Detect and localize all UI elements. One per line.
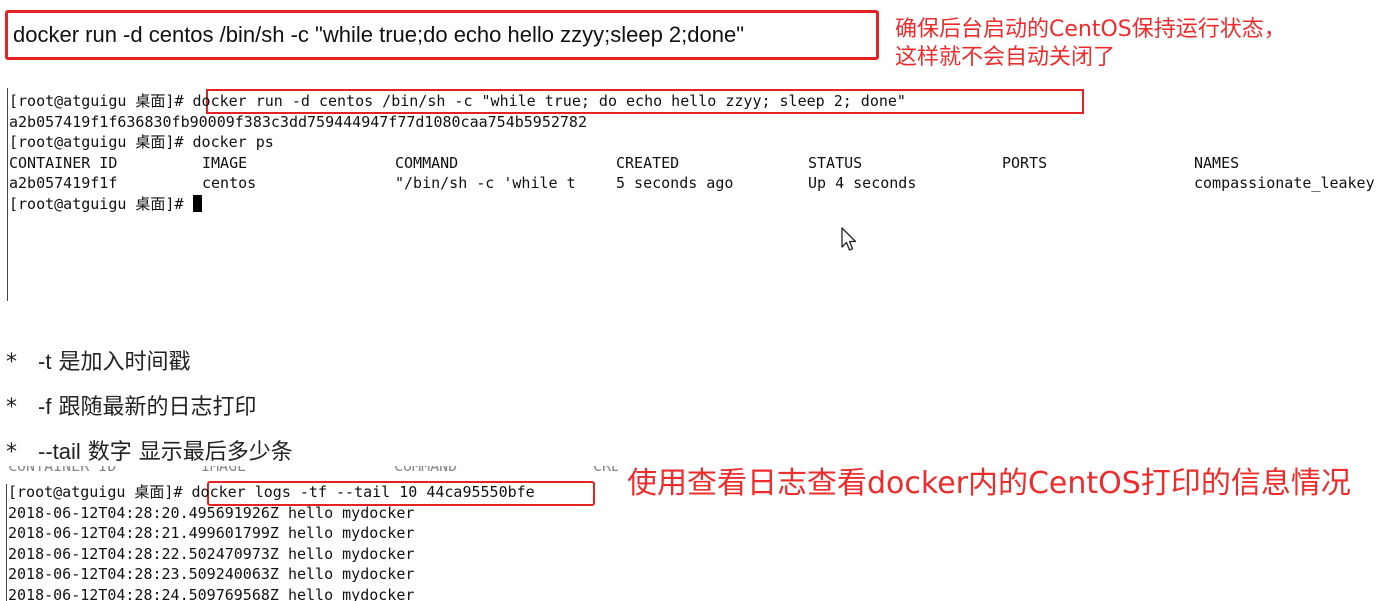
ghost-header-created: CREA — [593, 466, 618, 475]
docker-logs-command: docker logs -tf --tail 10 44ca95550bfe — [191, 483, 535, 501]
terminal-2[interactable]: [root@atguigu 桌面]# docker logs -tf --tai… — [8, 482, 535, 601]
bullet-star: * — [6, 350, 17, 375]
bullet-star: * — [6, 440, 17, 465]
option-item-t: * -t 是加入时间戳 — [6, 344, 190, 376]
ps-header-names: NAMES — [1194, 153, 1240, 172]
option-flag: --tail — [38, 439, 81, 464]
annotation-line-1: 确保后台启动的CentOS保持运行状态， — [895, 17, 1286, 42]
option-flag: -f — [38, 394, 52, 419]
ps-cell-image: centos — [202, 174, 257, 192]
terminal-line-idle-prompt: [root@atguigu 桌面]# — [9, 194, 202, 215]
ps-header-container-id: CONTAINER ID — [9, 153, 118, 172]
terminal-line-docker-logs: [root@atguigu 桌面]# docker logs -tf --tai… — [8, 482, 535, 503]
log-line: 2018-06-12T04:28:24.509769568Z hello myd… — [8, 585, 415, 601]
log-line: 2018-06-12T04:28:21.499601799Z hello myd… — [8, 524, 415, 542]
shell-prompt: [root@atguigu 桌面]# — [9, 92, 193, 110]
log-line: 2018-06-12T04:28:23.509240063Z hello myd… — [8, 565, 415, 583]
shell-prompt: [root@atguigu 桌面]# — [9, 194, 193, 213]
mouse-pointer-icon — [841, 227, 857, 251]
terminal-2-clipped-header: CONTAINER ID IMAGE COMMAND CREA — [8, 466, 618, 476]
ps-cell-command: "/bin/sh -c 'while t — [395, 174, 576, 192]
shell-prompt: [root@atguigu 桌面]# — [9, 133, 193, 151]
terminal-2-left-border — [6, 484, 7, 601]
ghost-header-image: IMAGE — [201, 466, 247, 475]
ps-cell-names: compassionate_leakey — [1194, 174, 1375, 192]
terminal-1[interactable]: [root@atguigu 桌面]# docker run -d centos … — [9, 91, 1375, 255]
ps-header-created: CREATED — [616, 153, 680, 172]
option-item-f: * -f 跟随最新的日志打印 — [6, 389, 256, 421]
option-desc: 数字 显示最后多少条 — [87, 440, 293, 465]
bullet-star: * — [6, 395, 17, 420]
option-item-tail: * --tail 数字 显示最后多少条 — [6, 434, 293, 466]
ps-header-ports: PORTS — [1002, 153, 1048, 172]
option-flag: -t — [38, 349, 52, 374]
log-line: 2018-06-12T04:28:22.502470973Z hello myd… — [8, 544, 415, 563]
annotation-background-run: 确保后台启动的CentOS保持运行状态， 这样就不会自动关闭了 — [895, 16, 1375, 71]
ps-header-command: COMMAND — [395, 153, 459, 172]
terminal-cursor — [192, 194, 202, 212]
terminal-line-docker-run: [root@atguigu 桌面]# docker run -d centos … — [9, 91, 906, 112]
annotation-line-2: 这样就不会自动关闭了 — [895, 44, 1116, 70]
ps-header-status: STATUS — [808, 153, 863, 172]
ghost-header-command: COMMAND — [394, 466, 458, 475]
shell-prompt: [root@atguigu 桌面]# — [8, 483, 192, 501]
ps-header-image: IMAGE — [202, 153, 248, 172]
annotation-docker-logs: 使用查看日志查看docker内的CentOS打印的信息情况 — [627, 466, 1351, 501]
top-command-text: docker run -d centos /bin/sh -c "while t… — [13, 22, 745, 47]
docker-run-command: docker run -d centos /bin/sh -c "while t… — [192, 92, 906, 110]
docker-ps-command: docker ps — [192, 133, 274, 151]
ps-cell-container-id: a2b057419f1f — [9, 174, 118, 192]
ghost-header-container-id: CONTAINER ID — [8, 466, 117, 475]
ps-cell-created: 5 seconds ago — [616, 174, 734, 192]
container-hash-line: a2b057419f1f636830fb90009f383c3dd7594449… — [9, 112, 587, 131]
log-line: 2018-06-12T04:28:20.495691926Z hello myd… — [8, 503, 415, 522]
option-desc: 是加入时间戳 — [58, 350, 191, 375]
terminal-line-docker-ps: [root@atguigu 桌面]# docker ps — [9, 132, 274, 153]
ps-cell-status: Up 4 seconds — [808, 174, 917, 192]
ps-data-row: a2b057419f1f centos "/bin/sh -c 'while t… — [9, 173, 1389, 194]
option-desc: 跟随最新的日志打印 — [58, 395, 257, 420]
ps-header-row: CONTAINER ID IMAGE COMMAND CREATED STATU… — [9, 153, 1389, 174]
terminal-1-left-border — [7, 88, 8, 301]
